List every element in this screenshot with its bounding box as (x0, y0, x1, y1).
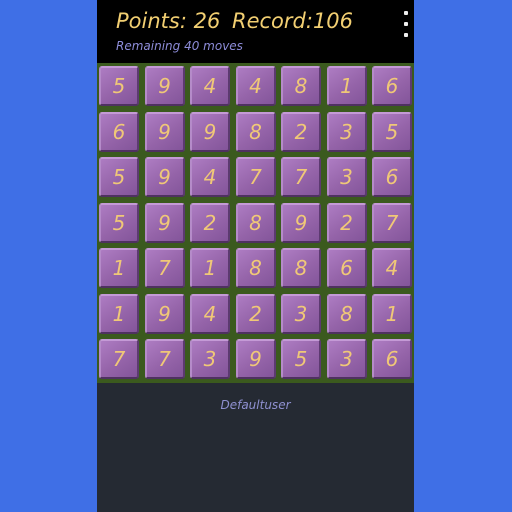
tile[interactable]: 3 (326, 111, 367, 152)
tile[interactable]: 7 (372, 202, 412, 243)
tile[interactable]: 8 (326, 293, 367, 334)
tile[interactable]: 6 (326, 248, 367, 288)
tile[interactable]: 8 (281, 66, 321, 106)
tile[interactable]: 9 (281, 202, 321, 243)
tile[interactable]: 1 (99, 293, 139, 334)
tile[interactable]: 5 (99, 202, 139, 243)
tile[interactable]: 1 (372, 293, 412, 334)
tile[interactable]: 2 (235, 293, 276, 334)
tile[interactable]: 9 (144, 66, 185, 106)
tile[interactable]: 2 (281, 111, 321, 152)
tile[interactable]: 6 (372, 66, 412, 106)
game-board: 5 9 4 4 8 1 6 6 9 9 8 2 3 5 5 9 4 7 7 3 … (97, 63, 414, 383)
tile[interactable]: 9 (144, 111, 185, 152)
tile[interactable]: 6 (99, 111, 139, 152)
tile[interactable]: 8 (235, 202, 276, 243)
tile[interactable]: 9 (144, 202, 185, 243)
remaining-moves-label: Remaining 40 moves (116, 39, 243, 53)
tile[interactable]: 3 (281, 293, 321, 334)
tile[interactable]: 7 (99, 339, 139, 379)
tile[interactable]: 5 (99, 157, 139, 197)
tile[interactable]: 7 (144, 339, 185, 379)
record-label: Record:106 (232, 9, 354, 33)
game-screen: Points: 26 Record:106 Remaining 40 moves… (97, 0, 414, 512)
tile[interactable]: 5 (99, 66, 139, 106)
menu-dot (404, 33, 408, 37)
tile[interactable]: 1 (99, 248, 139, 288)
tile[interactable]: 9 (190, 111, 230, 152)
tile[interactable]: 9 (144, 157, 185, 197)
overflow-menu-icon[interactable] (398, 11, 414, 37)
tile[interactable]: 4 (372, 248, 412, 288)
tile[interactable]: 6 (372, 339, 412, 379)
tile[interactable]: 4 (190, 66, 230, 106)
tile[interactable]: 3 (326, 339, 367, 379)
tile[interactable]: 2 (190, 202, 230, 243)
points-label: Points: 26 (116, 9, 221, 33)
tile[interactable]: 5 (372, 111, 412, 152)
tile[interactable]: 4 (190, 293, 230, 334)
tile[interactable]: 1 (190, 248, 230, 288)
tile[interactable]: 1 (326, 66, 367, 106)
tile[interactable]: 7 (281, 157, 321, 197)
tile[interactable]: 8 (281, 248, 321, 288)
score-header: Points: 26 Record:106 Remaining 40 moves (97, 0, 414, 63)
tile[interactable]: 8 (235, 111, 276, 152)
tile[interactable]: 3 (326, 157, 367, 197)
tile[interactable]: 6 (372, 157, 412, 197)
tile[interactable]: 7 (235, 157, 276, 197)
menu-dot (404, 22, 408, 26)
tile[interactable]: 9 (144, 293, 185, 334)
tile[interactable]: 4 (190, 157, 230, 197)
tile[interactable]: 9 (235, 339, 276, 379)
tile[interactable]: 2 (326, 202, 367, 243)
tile[interactable]: 3 (190, 339, 230, 379)
tile[interactable]: 8 (235, 248, 276, 288)
tile[interactable]: 7 (144, 248, 185, 288)
tile-grid: 5 9 4 4 8 1 6 6 9 9 8 2 3 5 5 9 4 7 7 3 … (99, 66, 412, 379)
username-label: Defaultuser (220, 398, 291, 412)
menu-dot (404, 11, 408, 15)
tile[interactable]: 5 (281, 339, 321, 379)
tile[interactable]: 4 (235, 66, 276, 106)
